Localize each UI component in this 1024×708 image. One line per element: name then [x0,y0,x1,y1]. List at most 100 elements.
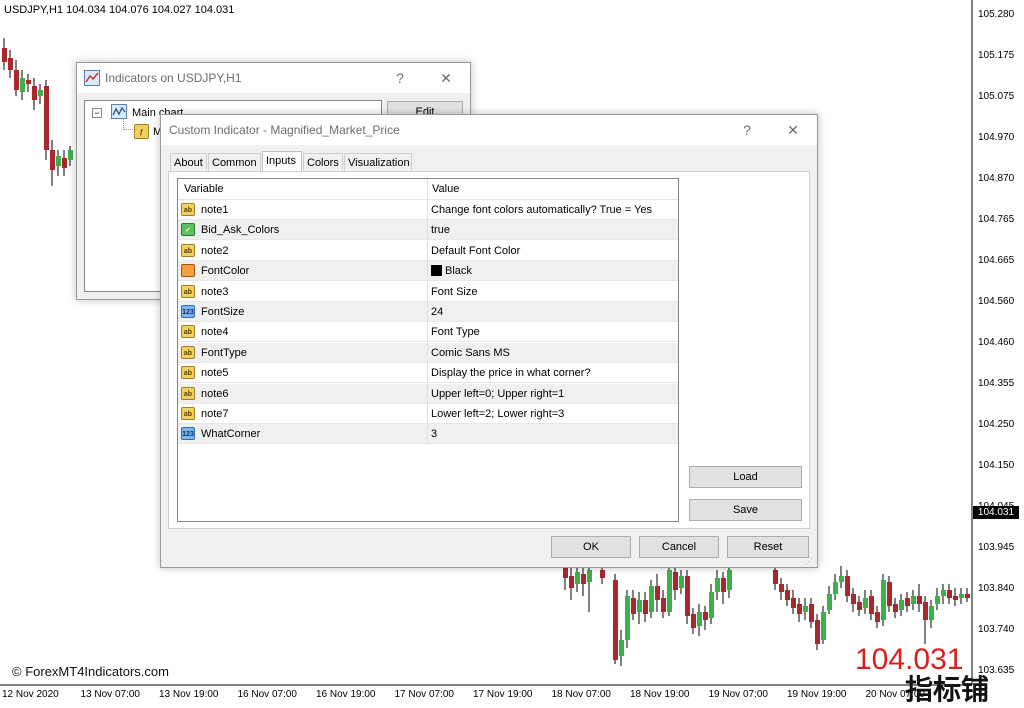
table-row[interactable]: ab note2 Default Font Color [178,240,678,261]
site-watermark: © ForexMT4Indicators.com [12,664,169,679]
candle-body [857,602,862,610]
candle-body [917,596,922,604]
chart-node-icon [111,104,127,119]
candle-body [875,612,880,622]
candle-body [929,606,934,620]
candle-body [32,86,37,100]
load-button[interactable]: Load [689,466,802,488]
value-cell[interactable]: Font Size [431,286,477,298]
reset-button[interactable]: Reset [727,536,809,558]
price-axis-label: 105.280 [978,9,1015,20]
table-row[interactable]: 123 WhatCorner 3 [178,424,678,445]
time-axis-label: 12 Nov 2020 [2,689,59,700]
tab-inputs[interactable]: Inputs [262,151,302,172]
candle-body [845,576,850,596]
candle-body [791,598,796,608]
table-row[interactable]: 123 FontSize 24 [178,302,678,322]
candle-body [965,594,970,598]
string-type-icon: ab [181,345,195,359]
value-cell[interactable]: Default Font Color [431,245,520,257]
inputs-table[interactable]: Variable Value ab note1 Change font colors… [177,178,679,522]
candle-body [613,580,618,660]
candle-body [899,600,904,610]
candle-body [947,590,952,598]
time-axis-label: 17 Nov 07:00 [394,689,455,700]
dialog-titlebar[interactable]: Custom Indicator - Magnified_Market_Pric… [161,115,817,145]
candle-body [563,568,568,578]
help-icon[interactable]: ? [390,68,410,88]
resize-grip-icon[interactable]: ⋰ [805,557,813,566]
value-cell[interactable]: Black [431,265,472,277]
value-cell[interactable]: true [431,224,450,236]
candle-body [721,578,726,592]
value-cell[interactable]: 24 [431,306,443,318]
value-cell[interactable]: Display the price in what corner? [431,367,591,379]
tab-colors[interactable]: Colors [303,153,343,171]
string-type-icon: ab [181,366,195,380]
time-axis-label: 19 Nov 07:00 [708,689,769,700]
value-cell[interactable]: 3 [431,428,437,440]
value-cell[interactable]: Comic Sans MS [431,347,510,359]
color-swatch [431,265,442,277]
candle-body [809,604,814,622]
number-type-icon: 123 [181,305,195,318]
value-cell[interactable]: Font Type [431,326,480,338]
value-cell[interactable]: Change font colors automatically? True =… [431,204,652,216]
table-row[interactable]: ab note3 Font Size [178,281,678,302]
table-row[interactable]: ab note5 Display the price in what corner? [178,363,678,384]
tree-expander-icon[interactable]: − [92,108,102,118]
tab-common[interactable]: Common [208,153,261,171]
table-row[interactable]: ab note4 Font Type [178,322,678,343]
table-row[interactable]: ab FontType Comic Sans MS [178,342,678,363]
variable-cell: WhatCorner [201,428,261,441]
value-cell[interactable]: Upper left=0; Upper right=1 [431,388,564,400]
candle-body [881,580,886,620]
chart-symbol-header: USDJPY,H1 104.034 104.076 104.027 104.03… [4,4,235,16]
variable-cell: note3 [201,285,229,298]
string-type-icon: ab [181,284,195,298]
boolean-type-icon: ✓ [181,223,195,237]
column-header-value[interactable]: Value [432,183,459,195]
variable-cell: note4 [201,326,229,339]
candle-body [20,78,25,92]
candle-body [619,640,624,656]
tab-visualization[interactable]: Visualization [344,153,412,171]
table-row[interactable]: ab note7 Lower left=2; Lower right=3 [178,404,678,424]
price-axis-label: 104.460 [978,337,1015,348]
time-axis-label: 18 Nov 19:00 [630,689,690,700]
close-icon[interactable]: ✕ [783,120,803,140]
candle-body [2,48,7,62]
tab-about[interactable]: About [170,153,207,171]
candle-body [587,570,592,582]
save-button[interactable]: Save [689,499,802,521]
table-row[interactable]: ab note1 Change font colors automatically?… [178,200,678,220]
help-icon[interactable]: ? [737,120,757,140]
candle-body [803,606,808,612]
string-type-icon: ab [181,325,195,339]
candle-body [600,570,605,578]
table-header: Variable Value [178,179,678,200]
candle-body [685,576,690,616]
value-cell[interactable]: Lower left=2; Lower right=3 [431,408,564,420]
table-row[interactable]: FontColor Black [178,261,678,282]
candle-body [821,612,826,640]
time-axis-label: 18 Nov 07:00 [551,689,612,700]
candle-body [715,578,720,592]
variable-cell: FontSize [201,306,245,318]
price-axis-label: 104.970 [978,132,1015,143]
column-header-variable[interactable]: Variable [184,183,224,195]
table-row[interactable]: ✓ Bid_Ask_Colors true [178,220,678,241]
candle-body [649,586,654,612]
close-icon[interactable]: ✕ [436,68,456,88]
candle-body [62,158,67,168]
candle-body [625,596,630,640]
cancel-button[interactable]: Cancel [639,536,719,558]
candle-body [869,596,874,614]
ok-button[interactable]: OK [551,536,631,558]
candle-body [38,90,43,96]
indicators-titlebar[interactable]: Indicators on USDJPY,H1 ? ✕ [77,63,470,93]
candle-body [797,604,802,614]
price-axis-label: 104.355 [978,378,1015,389]
table-row[interactable]: ab note6 Upper left=0; Upper right=1 [178,383,678,404]
candle-body [667,570,672,612]
